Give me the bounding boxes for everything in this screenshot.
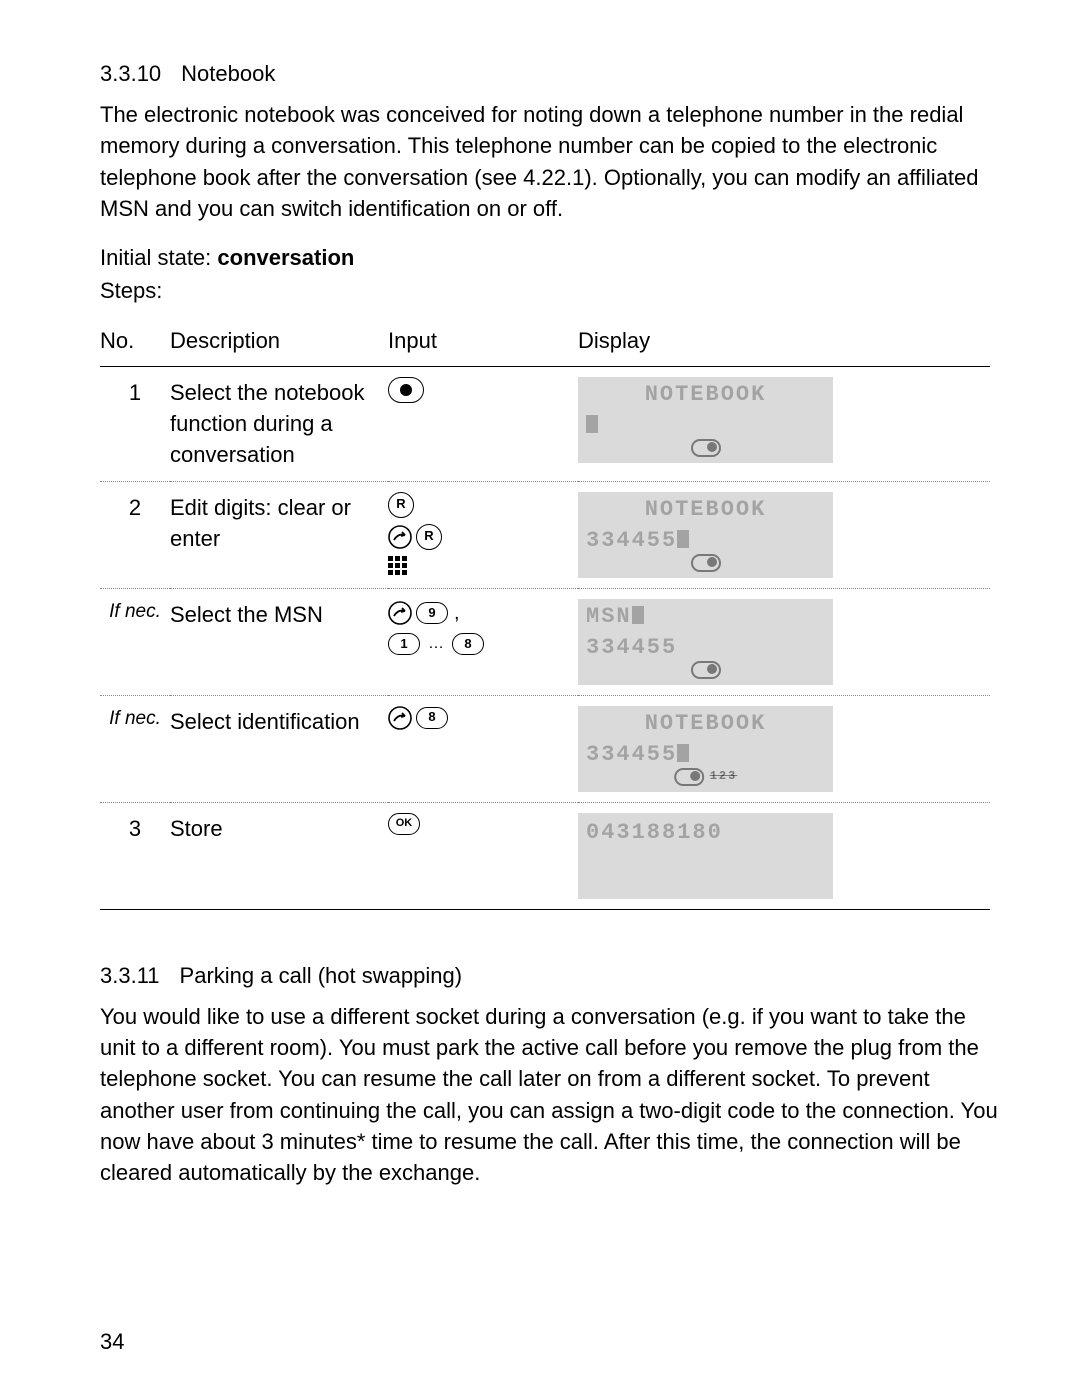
row-display: NOTEBOOK <box>578 366 990 481</box>
table-row: If nec. Select the MSN 9 , 1 … <box>100 588 990 695</box>
section-heading-1: 3.3.10 Notebook <box>100 58 1002 89</box>
table-row: 1 Select the notebook function during a … <box>100 366 990 481</box>
record-indicator-icon <box>691 554 721 572</box>
row-display: NOTEBOOK 334455 123 <box>578 695 990 802</box>
lcd-rec-indicator <box>691 661 721 679</box>
page-number: 34 <box>100 1326 124 1357</box>
manual-page: 3.3.10 Notebook The electronic notebook … <box>0 0 1080 1397</box>
lcd-rec-indicator <box>691 554 721 572</box>
r-key-icon: R <box>416 524 442 550</box>
row-no: If nec. <box>100 588 170 695</box>
ellipsis: … <box>424 633 448 656</box>
section-title: Parking a call (hot swapping) <box>180 960 462 991</box>
nine-key-icon: 9 <box>416 602 448 624</box>
row-desc: Select the MSN <box>170 588 388 695</box>
col-header-desc: Description <box>170 319 388 367</box>
ok-key-icon: OK <box>388 813 420 835</box>
row-display: NOTEBOOK 334455 <box>578 481 990 588</box>
one-key-icon: 1 <box>388 633 420 655</box>
col-header-no: No. <box>100 319 170 367</box>
initial-state-label: Initial state: <box>100 245 211 270</box>
col-header-display: Display <box>578 319 990 367</box>
lcd-line2: 334455 <box>578 525 833 556</box>
record-key-icon <box>388 377 424 403</box>
row-input: R R <box>388 481 578 588</box>
lcd-line1: NOTEBOOK <box>578 377 833 410</box>
lcd-line1: NOTEBOOK <box>578 492 833 525</box>
lcd-display: NOTEBOOK 334455 <box>578 492 833 578</box>
lcd-line2: 334455 <box>578 632 833 663</box>
comma: , <box>452 599 460 627</box>
table-row: 2 Edit digits: clear or enter R R <box>100 481 990 588</box>
lcd-line1: MSN <box>578 599 833 632</box>
table-row: If nec. Select identification 8 N <box>100 695 990 802</box>
row-desc: Select identification <box>170 695 388 802</box>
section-heading-2: 3.3.11 Parking a call (hot swapping) <box>100 960 1002 991</box>
row-display: MSN 334455 <box>578 588 990 695</box>
lcd-line2: 334455 <box>578 739 833 770</box>
lcd-cursor-icon <box>586 415 598 433</box>
section-body-1: The electronic notebook was conceived fo… <box>100 99 1000 224</box>
row-display: 043188180 <box>578 802 990 909</box>
section-number: 3.3.10 <box>100 58 161 89</box>
keypad-icon <box>388 556 410 576</box>
section-2: 3.3.11 Parking a call (hot swapping) You… <box>100 960 1002 1189</box>
initial-state-value: conversation <box>217 245 354 270</box>
lcd-display: MSN 334455 <box>578 599 833 685</box>
lcd-cursor-icon <box>632 606 644 624</box>
steps-label: Steps: <box>100 275 1002 306</box>
row-no: 2 <box>100 481 170 588</box>
initial-state-line: Initial state: conversation <box>100 242 1002 273</box>
row-desc: Edit digits: clear or enter <box>170 481 388 588</box>
record-indicator-icon <box>691 439 721 457</box>
steps-table: No. Description Input Display 1 Select t… <box>100 319 990 910</box>
row-input <box>388 366 578 481</box>
shift-key-icon <box>388 525 412 549</box>
lcd-display: NOTEBOOK <box>578 377 833 463</box>
record-indicator-icon <box>691 661 721 679</box>
lcd-cursor-icon <box>677 530 689 548</box>
row-no: If nec. <box>100 695 170 802</box>
row-desc: Store <box>170 802 388 909</box>
row-input: 8 <box>388 695 578 802</box>
shift-key-icon <box>388 706 412 730</box>
section-title: Notebook <box>181 58 275 89</box>
lcd-display: NOTEBOOK 334455 123 <box>578 706 833 792</box>
r-key-icon: R <box>388 492 414 518</box>
row-no: 3 <box>100 802 170 909</box>
lcd-line2 <box>578 410 833 441</box>
lcd-rec-indicator <box>691 439 721 457</box>
eight-key-icon: 8 <box>416 707 448 729</box>
lcd-cursor-icon <box>677 744 689 762</box>
col-header-input: Input <box>388 319 578 367</box>
rec-extra-text: 123 <box>710 768 738 785</box>
lcd-rec-indicator: 123 <box>674 768 738 786</box>
record-indicator-icon <box>674 768 704 786</box>
eight-key-icon: 8 <box>452 633 484 655</box>
table-row: 3 Store OK 043188180 <box>100 802 990 909</box>
table-header-row: No. Description Input Display <box>100 319 990 367</box>
row-input: OK <box>388 802 578 909</box>
row-desc: Select the notebook function during a co… <box>170 366 388 481</box>
lcd-line1: NOTEBOOK <box>578 706 833 739</box>
section-number: 3.3.11 <box>100 960 160 991</box>
row-input: 9 , 1 … 8 <box>388 588 578 695</box>
lcd-display: 043188180 <box>578 813 833 899</box>
lcd-line1: 043188180 <box>578 813 833 848</box>
shift-key-icon <box>388 601 412 625</box>
row-no: 1 <box>100 366 170 481</box>
section-body-2: You would like to use a different socket… <box>100 1001 1000 1188</box>
